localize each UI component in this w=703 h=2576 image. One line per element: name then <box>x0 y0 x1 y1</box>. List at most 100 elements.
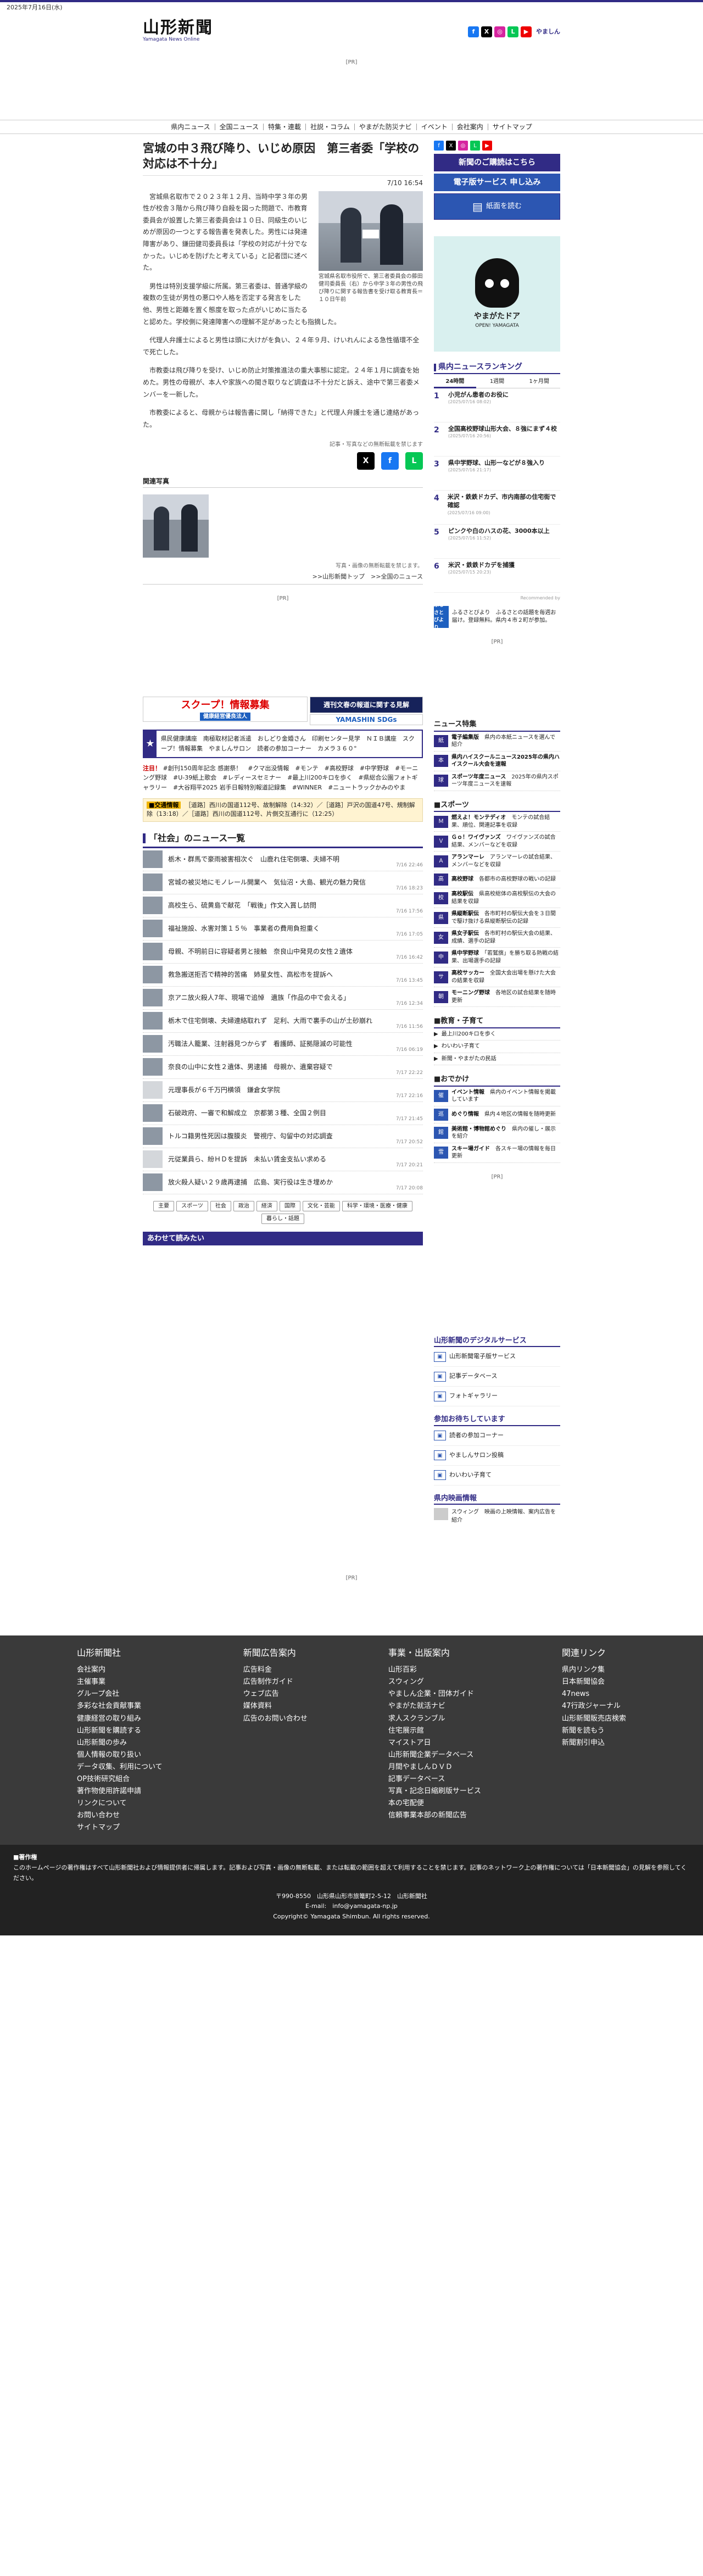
footer-link[interactable]: データ収集、利用について <box>77 1761 163 1773</box>
nav-events[interactable]: イベント <box>417 124 453 130</box>
news-list-item[interactable]: 救急搬送拒否で精神的苦痛 姉星女性、高松市を提訴へ 7/16 13:45 <box>143 964 423 987</box>
footer-link[interactable]: 山形百彩 <box>388 1664 481 1676</box>
facebook-icon[interactable]: f <box>468 26 479 37</box>
ranking-item[interactable]: 5 ピンクや白のハスの花、3000本以上 (2025/07/16 11:52) <box>434 525 560 559</box>
news-list-item[interactable]: 母親、不明前日に容疑者男と接触 奈良山中発見の女性２遺体 7/16 16:42 <box>143 941 423 964</box>
email[interactable]: E-mail: info@yamagata-np.jp <box>0 1901 703 1912</box>
ranking-item[interactable]: 6 米沢・鉄鉄ドカデを捕獲 (2025/07/15 20:23) <box>434 559 560 593</box>
category-button[interactable]: 主要 <box>153 1200 175 1211</box>
footer-link[interactable]: 山形新聞販売店検索 <box>562 1713 626 1725</box>
edu-link[interactable]: ▶ わいわい子育て <box>434 1041 560 1053</box>
news-list-item[interactable]: 石破政府、一審で和解成立 京都第３種、全国２例目 7/17 21:45 <box>143 1102 423 1125</box>
film-item[interactable]: スウィング 映画の上映情報、案内広告を紹介 <box>434 1508 560 1525</box>
footer-link[interactable]: 日本新聞協会 <box>562 1676 626 1688</box>
side-link-item[interactable]: 催イベント情報 県内のイベント情報を掲載しています <box>434 1087 560 1106</box>
news-list-item[interactable]: 福祉施設、水害対策１５％ 事業者の費用負担重く 7/16 17:05 <box>143 917 423 941</box>
news-list-item[interactable]: 栃木で住宅倒壊、夫婦連絡取れず 足利、大雨で裏手の山が土砂崩れ 7/16 11:5… <box>143 1010 423 1033</box>
footer-link[interactable]: 山形新聞の歩み <box>77 1737 163 1749</box>
digital-item[interactable]: ▣ 読者の参加コーナー <box>434 1426 560 1446</box>
footer-link[interactable]: 47news <box>562 1688 626 1700</box>
category-button[interactable]: 暮らし・話題 <box>261 1213 304 1224</box>
instagram-icon[interactable]: ◎ <box>494 26 505 37</box>
instagram-icon[interactable]: ◎ <box>458 141 468 151</box>
edu-link[interactable]: ▶ 最上川200キロを歩く <box>434 1028 560 1041</box>
news-list-item[interactable]: 元理事長が６千万円横領 鎌倉女学院 7/17 22:16 <box>143 1079 423 1102</box>
side-link-item[interactable]: 球スポーツ年度ニュース 2025年の県内スポーツ年度ニュースを速報 <box>434 771 560 791</box>
footer-link[interactable]: お問い合わせ <box>77 1810 163 1822</box>
nav-bousai[interactable]: やまがた防災ナビ <box>355 124 417 130</box>
digital-item[interactable]: ▣ わいわい子育て <box>434 1466 560 1485</box>
digital-item[interactable]: ▣ 山形新聞電子版サービス <box>434 1347 560 1367</box>
line-icon[interactable]: L <box>507 26 518 37</box>
news-list-item[interactable]: 栃木・群馬で豪雨被害相次ぐ 山鹿れ住宅倒壊、夫婦不明 7/16 22:46 <box>143 848 423 871</box>
tab-24h[interactable]: 24時間 <box>434 376 476 388</box>
digital-item[interactable]: ▣ フォトギャラリー <box>434 1387 560 1406</box>
category-button[interactable]: スポーツ <box>176 1200 208 1211</box>
footer-link[interactable]: 住宅展示館 <box>388 1725 481 1737</box>
subscribe-button[interactable]: 新聞のご購読はこちら <box>434 154 560 171</box>
ranking-item[interactable]: 3 県中学野球、山形一などが８強入り (2025/07/16 21:17) <box>434 457 560 491</box>
side-link-item[interactable]: 雪スキー場ガイド 各スキー場の情報を毎日更新 <box>434 1143 560 1163</box>
footer-link[interactable]: 信頼事業本部の新聞広告 <box>388 1810 481 1822</box>
site-logo[interactable]: 山形新聞 Yamagata News Online <box>143 20 213 44</box>
shukan-banner[interactable]: 週刊文春の報道に関する見解 <box>310 696 423 713</box>
traffic-text[interactable]: ［道路］西川の国道112号、故制解除（14:32）／［道路］戸沢の国道47号、規… <box>147 802 415 818</box>
category-button[interactable]: 政治 <box>233 1200 254 1211</box>
back-links[interactable]: >>山形新聞トップ >>全国のニュース <box>143 570 423 585</box>
furusato-banner[interactable]: ふるさとびより ふるさとびより ふるさとの話題を毎週お届け。登録無料。県内４市２… <box>434 603 560 631</box>
side-link-item[interactable]: 校高校駅伝 県高校総体の高校駅伝の大会の結果を収録 <box>434 888 560 908</box>
category-button[interactable]: 科学・環境・医療・健康 <box>342 1200 412 1211</box>
footer-link[interactable]: 多彩な社会貢献事業 <box>77 1700 163 1712</box>
news-list-item[interactable]: 元従業員ら、紛ＨＤを提訴 未払い賃金支払い求める 7/17 20:21 <box>143 1148 423 1171</box>
footer-link[interactable]: 求人スクランブル <box>388 1713 481 1725</box>
youtube-icon[interactable]: ▶ <box>482 141 492 151</box>
edu-link[interactable]: ▶ 新聞・やまがたの民話 <box>434 1053 560 1065</box>
footer-link[interactable]: 記事データベース <box>388 1773 481 1785</box>
nav-national-news[interactable]: 全国ニュース <box>215 124 264 130</box>
footer-link[interactable]: 主催事業 <box>77 1676 163 1688</box>
news-list-item[interactable]: 奈良の山中に女性２遺体、男逮捕 母親か、遺棄容疑で 7/17 22:22 <box>143 1056 423 1079</box>
article-photo-image[interactable] <box>319 191 423 271</box>
side-link-item[interactable]: サ高校サッカー 全国大会出場を懸けた大会の結果を収録 <box>434 967 560 987</box>
footer-link[interactable]: グループ会社 <box>77 1688 163 1700</box>
category-button[interactable]: 文化・芸能 <box>302 1200 340 1211</box>
side-link-item[interactable]: 巡めぐり情報 県内４地区の情報を随時更新 <box>434 1106 560 1123</box>
nav-features[interactable]: 特集・連載 <box>264 124 306 130</box>
facebook-icon[interactable]: f <box>434 141 444 151</box>
nav-company[interactable]: 会社案内 <box>453 124 488 130</box>
side-link-item[interactable]: Ｍ 燃えよ！モンテディオ モンテの試合結果、順位、関連記事を収録 <box>434 812 560 832</box>
footer-link[interactable]: 会社案内 <box>77 1664 163 1676</box>
footer-link[interactable]: 広告のお問い合わせ <box>243 1713 308 1725</box>
footer-link[interactable]: 山形新聞を購読する <box>77 1725 163 1737</box>
share-line-icon[interactable]: L <box>405 452 423 470</box>
footer-link[interactable]: 本の宅配便 <box>388 1798 481 1810</box>
footer-link[interactable]: 個人情報の取り扱い <box>77 1749 163 1761</box>
x-icon[interactable]: X <box>446 141 456 151</box>
digital-item[interactable]: ▣ やましんサロン投稿 <box>434 1446 560 1466</box>
footer-link[interactable]: 広告料金 <box>243 1664 308 1676</box>
footer-link[interactable]: 媒体資料 <box>243 1700 308 1712</box>
footer-link[interactable]: 健康経営の取り組み <box>77 1713 163 1725</box>
news-list-item[interactable]: 放火殺人疑い２９歳再逮捕 広島、実行役は生き埋めか 7/17 20:08 <box>143 1171 423 1194</box>
footer-link[interactable]: 新聞割引申込 <box>562 1737 626 1749</box>
youtube-icon[interactable]: ▶ <box>521 26 532 37</box>
footer-link[interactable]: 月間やましんＤＶＤ <box>388 1761 481 1773</box>
footer-link[interactable]: サイトマップ <box>77 1822 163 1834</box>
footer-link[interactable]: スウィング <box>388 1676 481 1688</box>
footer-link[interactable]: 広告制作ガイド <box>243 1676 308 1688</box>
footer-link[interactable]: 写真・記念日縮刷版サービス <box>388 1785 481 1798</box>
side-link-item[interactable]: 本県内ハイスクールニュース2025年の県内ハイスクール大会を速報 <box>434 752 560 771</box>
footer-link[interactable]: リンクについて <box>77 1798 163 1810</box>
footer-link[interactable]: 著作物使用許諾申請 <box>77 1785 163 1798</box>
tab-month[interactable]: 1ヶ月間 <box>518 376 561 388</box>
nav-editorial[interactable]: 社説・コラム <box>306 124 355 130</box>
footer-link[interactable]: やましん企業・団体ガイド <box>388 1688 481 1700</box>
hot-tag-list[interactable]: #創刊150周年記念 感謝祭！ #クマ出没情報 #モンテ #高校野球 #中学野球… <box>143 765 418 791</box>
related-photo-thumb[interactable] <box>143 494 209 558</box>
category-button[interactable]: 社会 <box>210 1200 231 1211</box>
side-link-item[interactable]: 県県縦断駅伝 各市町村の駅伝大会を３日間で駆け抜ける県縦断駅伝の記録 <box>434 908 560 928</box>
line-icon[interactable]: L <box>470 141 480 151</box>
side-link-item[interactable]: Ｖ Ｇｏ！ワイヴァンズ ワイヴァンズの試合結果、メンバーなどを収録 <box>434 832 560 852</box>
read-paper-button[interactable]: ▤ 紙面を読む <box>434 193 560 220</box>
side-link-item[interactable]: 女県女子駅伝 各市町村の駅伝大会の結果、成績、選手の記録 <box>434 928 560 948</box>
